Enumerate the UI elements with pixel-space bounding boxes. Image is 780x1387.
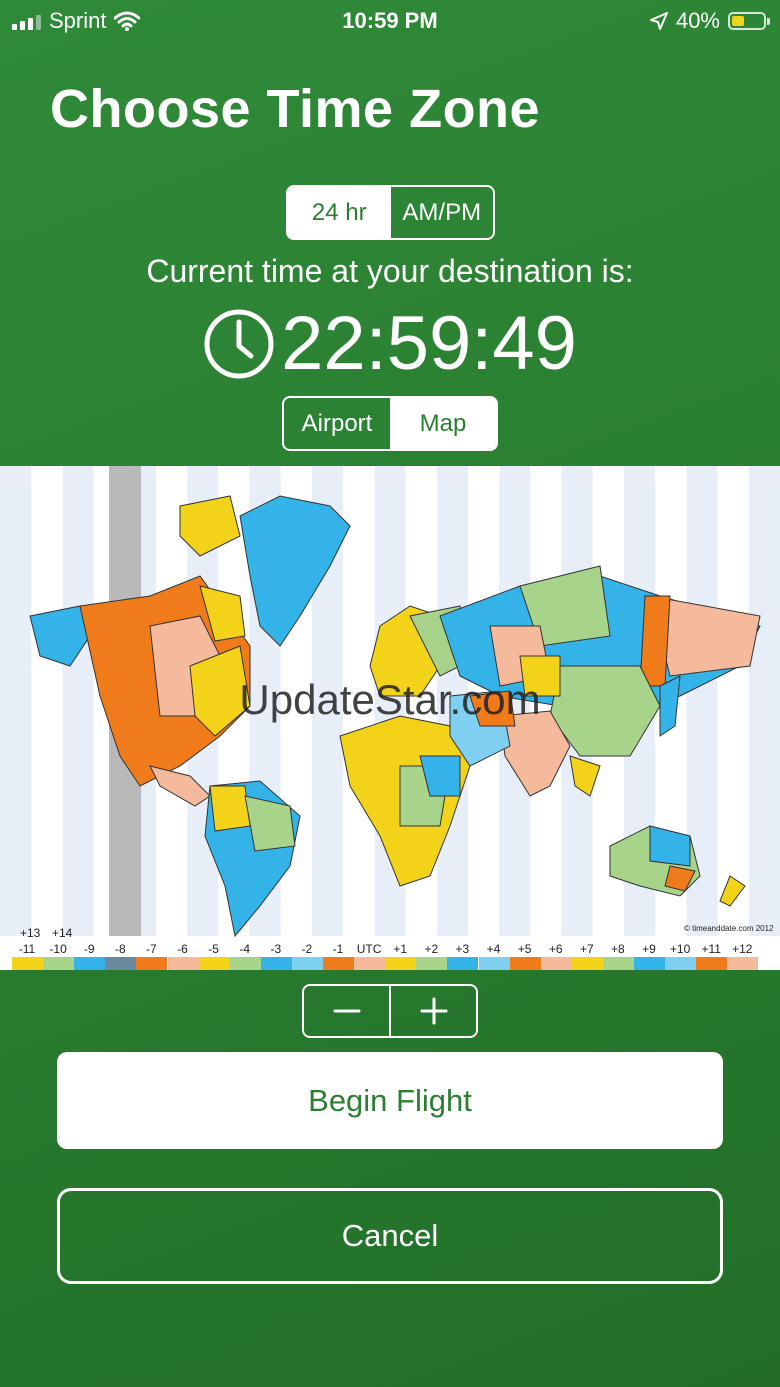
destination-label: Current time at your destination is: bbox=[146, 253, 634, 289]
offset-label: -10 bbox=[49, 942, 67, 956]
offset-color-swatch bbox=[447, 957, 479, 970]
offset-color-swatch bbox=[198, 957, 230, 970]
offset-color-swatch bbox=[105, 957, 137, 970]
offset-color-swatch bbox=[323, 957, 355, 970]
offset-color-swatch bbox=[12, 957, 44, 970]
offset-color-swatch bbox=[478, 957, 510, 970]
offset-color-swatch bbox=[354, 957, 386, 970]
current-time-display: 22:59:49 bbox=[0, 302, 780, 386]
offset-color-swatch bbox=[509, 957, 541, 970]
offset-color-swatch bbox=[602, 957, 634, 970]
page-title: Choose Time Zone bbox=[50, 79, 541, 139]
begin-flight-button[interactable]: Begin Flight bbox=[57, 1052, 723, 1149]
status-right: 40% bbox=[649, 8, 770, 34]
offset-label: +1 bbox=[393, 942, 408, 956]
offset-label: -4 bbox=[239, 942, 251, 956]
offset-label: -7 bbox=[146, 942, 157, 956]
source-option-airport[interactable]: Airport bbox=[284, 398, 390, 449]
battery-percent: 40% bbox=[675, 8, 720, 33]
decrement-button[interactable] bbox=[304, 986, 391, 1036]
offset-color-swatch bbox=[229, 957, 261, 970]
source-option-map[interactable]: Map bbox=[390, 398, 496, 449]
offset-label: +6 bbox=[548, 942, 563, 956]
offset-label: +12 bbox=[732, 942, 753, 956]
offset-label: -3 bbox=[270, 942, 282, 956]
offset-label: -6 bbox=[177, 942, 188, 956]
offset-color-swatch bbox=[540, 957, 572, 970]
minus-icon bbox=[333, 1009, 360, 1013]
offset-color-swatch bbox=[634, 957, 666, 970]
clock-icon bbox=[204, 309, 274, 379]
map-credit: © timeanddate.com 2012 bbox=[684, 924, 774, 933]
offset-label-extra-2: +14 bbox=[52, 926, 73, 940]
cancel-button[interactable]: Cancel bbox=[57, 1188, 723, 1284]
offset-color-swatch bbox=[416, 957, 448, 970]
offset-color-swatch bbox=[43, 957, 75, 970]
offset-label: +8 bbox=[611, 942, 625, 956]
offset-label: UTC bbox=[356, 942, 382, 956]
offset-label: +7 bbox=[579, 942, 594, 956]
offset-label: -5 bbox=[208, 942, 219, 956]
offset-color-swatch bbox=[291, 957, 323, 970]
offset-label: +11 bbox=[701, 942, 721, 956]
offset-label: +3 bbox=[455, 942, 470, 956]
offset-color-swatch bbox=[385, 957, 417, 970]
offset-label: +2 bbox=[424, 942, 439, 956]
offset-label: -11 bbox=[18, 942, 36, 956]
offset-label: -8 bbox=[114, 942, 126, 956]
offset-label: +5 bbox=[517, 942, 532, 956]
offset-label-extra-1: +13 bbox=[20, 926, 41, 940]
offset-label: +9 bbox=[642, 942, 656, 956]
current-time: 22:59:49 bbox=[281, 301, 577, 386]
time-format-toggle[interactable]: 24 hr AM/PM bbox=[286, 185, 495, 240]
location-arrow-icon bbox=[649, 12, 668, 30]
source-toggle[interactable]: Airport Map bbox=[282, 396, 498, 451]
plus-icon bbox=[420, 997, 447, 1025]
time-zone-map[interactable]: UpdateStar.com © timeanddate.com 2012 +1… bbox=[0, 466, 780, 970]
offset-label: -2 bbox=[301, 942, 313, 956]
battery-level bbox=[732, 16, 744, 26]
offset-stepper[interactable] bbox=[302, 984, 478, 1038]
offset-color-swatch bbox=[260, 957, 292, 970]
map-watermark: UpdateStar.com bbox=[239, 676, 541, 723]
offset-label: +10 bbox=[669, 942, 691, 956]
battery-icon bbox=[728, 12, 770, 30]
offset-label: -1 bbox=[332, 942, 344, 956]
status-bar: Sprint 10:59 PM 40% bbox=[0, 0, 780, 40]
offset-color-swatch bbox=[727, 957, 759, 970]
offset-color-swatch bbox=[696, 957, 728, 970]
offset-color-swatch bbox=[665, 957, 697, 970]
format-option-24hr[interactable]: 24 hr bbox=[288, 187, 391, 238]
offset-color-swatch bbox=[571, 957, 603, 970]
format-option-ampm[interactable]: AM/PM bbox=[391, 187, 494, 238]
offset-color-swatch bbox=[167, 957, 199, 970]
offset-label: +4 bbox=[486, 942, 501, 956]
offset-color-swatch bbox=[136, 957, 168, 970]
offset-color-swatch bbox=[74, 957, 106, 970]
increment-button[interactable] bbox=[391, 986, 476, 1036]
offset-label: -9 bbox=[83, 942, 95, 956]
